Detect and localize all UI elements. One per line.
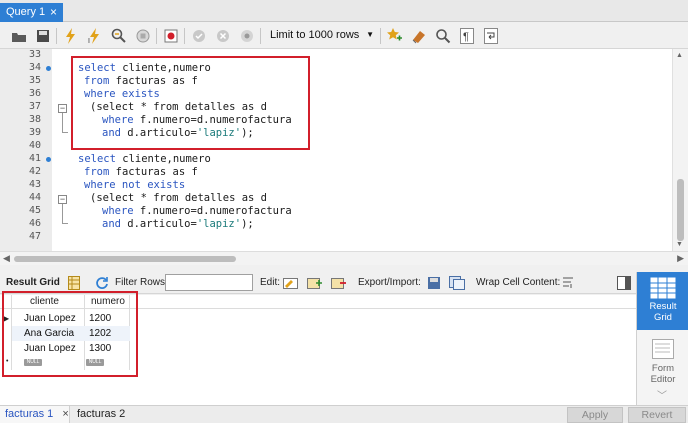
refresh-icon[interactable] (94, 275, 110, 291)
result-tabs-bar: facturas 1 × facturas 2 Apply Revert (0, 405, 688, 423)
wrap-icon[interactable] (482, 27, 500, 45)
revert-button[interactable]: Revert (628, 407, 686, 423)
limit-rows-select[interactable]: Limit to 1000 rows ▼ (266, 27, 378, 45)
edit-row-icon[interactable] (283, 275, 299, 291)
open-folder-icon[interactable] (10, 27, 28, 45)
limit-rows-value: Limit to 1000 rows (270, 29, 360, 41)
find-icon[interactable] (434, 27, 452, 45)
rollback-icon[interactable] (214, 27, 232, 45)
apply-button[interactable]: Apply (567, 407, 623, 423)
statement-marker-icon (46, 66, 51, 71)
close-icon[interactable]: × (62, 408, 68, 420)
result-tab-label: facturas 1 (5, 408, 54, 420)
result-grid-panel-label-1: Result (649, 301, 677, 312)
line-number: 43 (28, 179, 41, 190)
line-number: 36 (28, 88, 41, 99)
toggle-error-icon[interactable] (162, 27, 180, 45)
edit-label: Edit: (260, 277, 281, 288)
delete-row-icon[interactable] (331, 275, 347, 291)
highlight-box (71, 56, 310, 150)
fold-collapse-icon[interactable]: − (58, 195, 67, 204)
code-line: and d.articulo='lapiz'); (102, 218, 254, 230)
export-icon[interactable] (426, 275, 442, 291)
line-number: 37 (28, 101, 41, 112)
beautify-star-icon[interactable] (386, 27, 404, 45)
scroll-down-icon[interactable]: ▼ (676, 241, 683, 248)
filter-rows-label: Filter Rows: (115, 277, 168, 288)
eraser-icon[interactable] (410, 27, 428, 45)
svg-text:I: I (88, 38, 90, 44)
form-icon (650, 339, 676, 361)
vertical-scrollbar[interactable]: ▲ ▼ (672, 49, 688, 251)
filter-rows-input[interactable] (165, 274, 253, 291)
line-number: 35 (28, 75, 41, 86)
line-number: 40 (28, 140, 41, 151)
code-line: (select * from detalles as d (90, 192, 268, 204)
statement-marker-icon (46, 157, 51, 162)
autocommit-icon[interactable] (238, 27, 256, 45)
chevron-down-icon[interactable]: ﹀ (657, 387, 667, 402)
close-icon[interactable]: × (50, 5, 57, 19)
line-number: 41 (28, 153, 41, 164)
result-side-panel: Result Grid Form Editor ﹀ (636, 272, 688, 405)
line-number: 46 (28, 218, 41, 229)
code-line: select cliente,numero (78, 153, 211, 165)
form-editor-panel-label-2: Editor (650, 374, 676, 385)
commit-icon[interactable] (190, 27, 208, 45)
grid-icon[interactable] (66, 275, 82, 291)
wrap-cell-label: Wrap Cell Content: (476, 277, 561, 288)
result-grid-panel-button[interactable]: Result Grid (637, 272, 688, 330)
result-grid-label[interactable]: Result Grid (6, 277, 60, 288)
scrollbar-thumb[interactable] (14, 256, 236, 262)
result-tab-facturas-1[interactable]: facturas 1 × (0, 406, 70, 423)
svg-text:¶: ¶ (463, 31, 469, 43)
export-import-label: Export/Import: (358, 277, 421, 288)
execute-current-icon[interactable]: I (86, 27, 104, 45)
form-editor-panel-label-1: Form (651, 363, 675, 374)
result-tab-facturas-2[interactable]: facturas 2 (77, 406, 125, 423)
line-number: 39 (28, 127, 41, 138)
import-icon[interactable] (449, 275, 465, 291)
save-icon[interactable] (34, 27, 52, 45)
line-number: 45 (28, 205, 41, 216)
line-number-gutter: 33 34 35 36 37 38 39 40 41 42 43 44 45 4… (0, 49, 52, 251)
tab-bar: Query 1 × (0, 0, 688, 22)
line-number: 42 (28, 166, 41, 177)
sql-toolbar: I Limit to 1000 rows ▼ ¶ (0, 23, 688, 49)
result-tab-label: facturas 2 (77, 408, 126, 420)
wrap-cell-icon[interactable] (560, 275, 576, 291)
fold-collapse-icon[interactable]: − (58, 104, 67, 113)
code-line: from facturas as f (84, 166, 198, 178)
form-editor-panel-button[interactable]: Form Editor (637, 334, 688, 385)
execute-icon[interactable] (62, 27, 80, 45)
line-number: 44 (28, 192, 41, 203)
scroll-right-icon[interactable]: ▶ (677, 253, 684, 264)
code-line: where not exists (84, 179, 186, 191)
result-grid-panel-label-2: Grid (654, 312, 672, 323)
stop-icon[interactable] (134, 27, 152, 45)
horizontal-scrollbar[interactable]: ◀ ▶ (0, 251, 688, 265)
add-row-icon[interactable] (307, 275, 323, 291)
tab-query-1-label: Query 1 (6, 6, 46, 18)
chevron-down-icon: ▼ (366, 30, 374, 39)
sql-editor[interactable]: 33 34 35 36 37 38 39 40 41 42 43 44 45 4… (0, 49, 688, 251)
line-number: 47 (28, 231, 41, 242)
scroll-up-icon[interactable]: ▲ (676, 52, 683, 59)
code-line: where f.numero=d.numerofactura (102, 205, 292, 217)
line-number: 34 (28, 62, 41, 73)
toggle-panel-icon[interactable] (616, 275, 632, 291)
scroll-left-icon[interactable]: ◀ (3, 253, 10, 264)
invisible-chars-icon[interactable]: ¶ (458, 27, 476, 45)
tab-query-1[interactable]: Query 1 × (0, 3, 63, 22)
explain-icon[interactable] (110, 27, 128, 45)
scrollbar-thumb[interactable] (677, 179, 684, 241)
highlight-box (2, 291, 138, 377)
line-number: 33 (28, 49, 41, 60)
grid-icon (650, 277, 676, 299)
line-number: 38 (28, 114, 41, 125)
